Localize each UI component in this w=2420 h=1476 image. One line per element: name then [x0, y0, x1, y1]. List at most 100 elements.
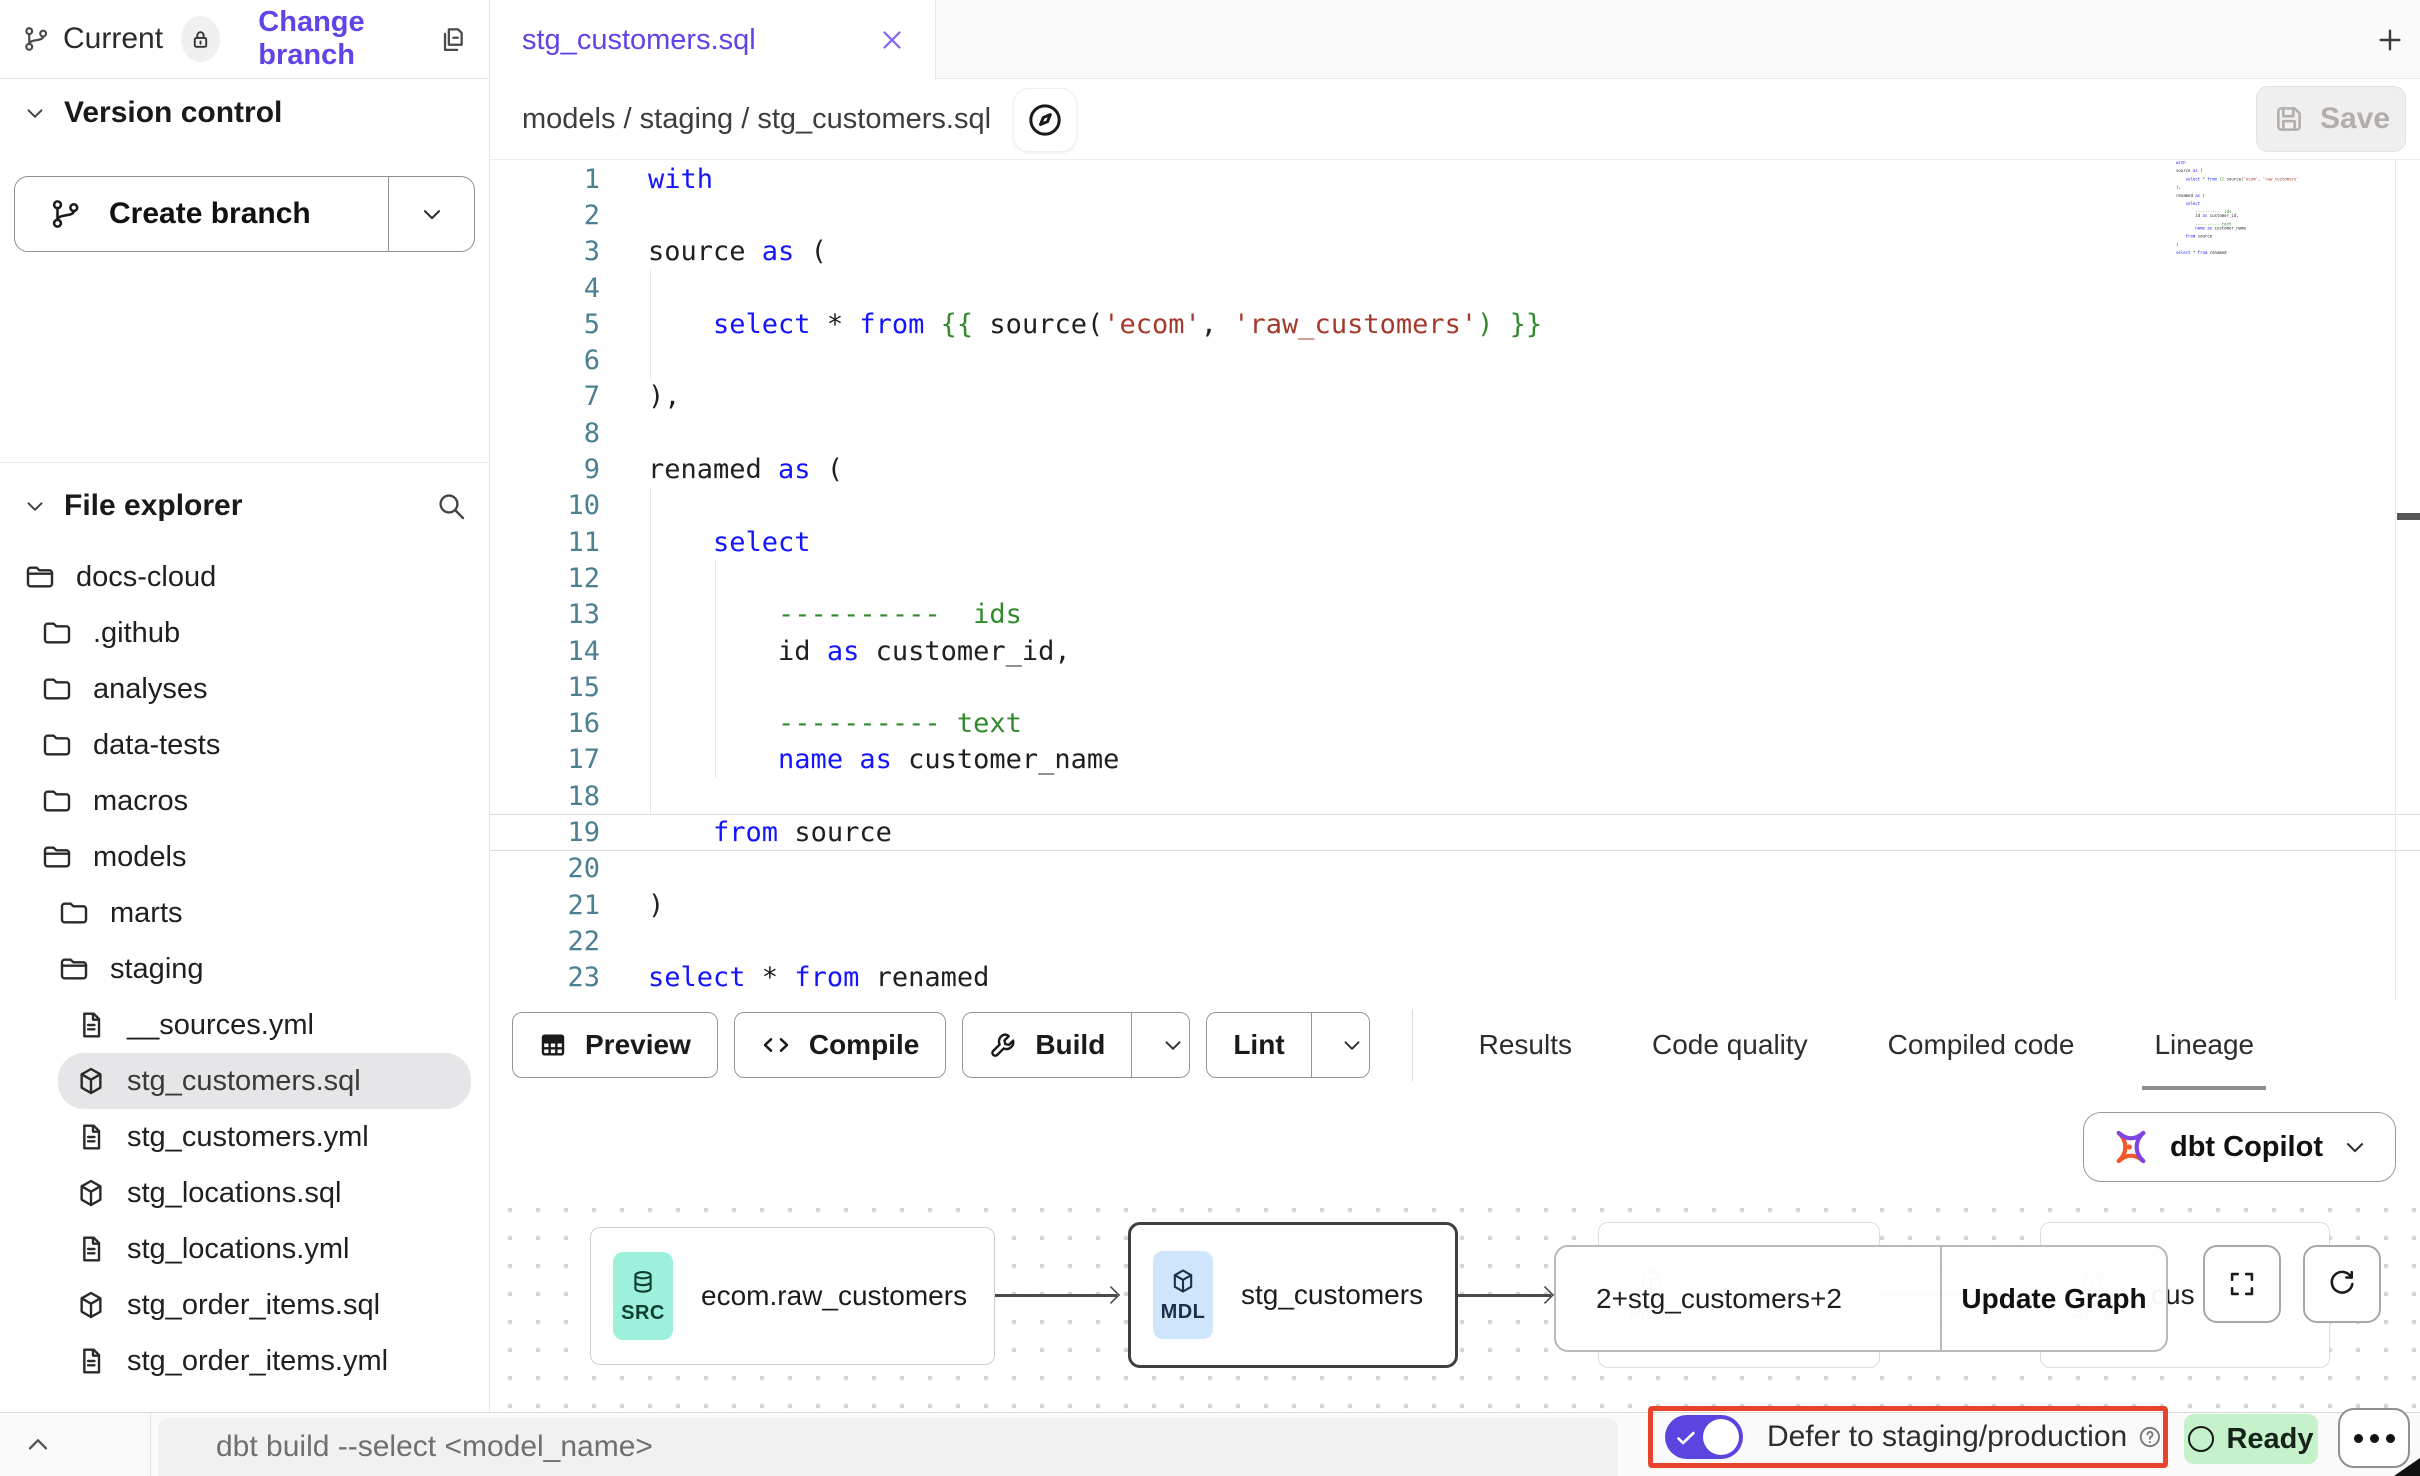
line-number: 5	[490, 309, 600, 340]
lineage-node-stg-customers[interactable]: MDL stg_customers	[1128, 1222, 1458, 1368]
preview-label: Preview	[585, 1029, 691, 1061]
database-icon	[629, 1268, 657, 1296]
tab-stg-customers-sql[interactable]: stg_customers.sql	[490, 0, 936, 80]
code-line: select * from {{ source('ecom', 'raw_cus…	[2176, 177, 2298, 181]
file-label: data-tests	[93, 729, 220, 762]
fullscreen-button[interactable]	[2203, 1245, 2281, 1323]
editor-tab-bar: stg_customers.sql	[490, 0, 2420, 79]
lineage-selector-bar: 2+stg_customers+2 Update Graph	[1554, 1245, 2168, 1352]
refresh-button[interactable]	[2303, 1245, 2381, 1323]
file-label: stg_order_items.yml	[127, 1345, 388, 1378]
tree-item-stg_customers.yml[interactable]: stg_customers.yml	[0, 1109, 489, 1165]
build-dropdown[interactable]	[1131, 1013, 1189, 1077]
new-tab-plus-icon[interactable]	[2374, 24, 2406, 56]
preview-button[interactable]: Preview	[512, 1012, 718, 1078]
folder-open-icon	[58, 953, 90, 985]
question-icon[interactable]	[2137, 1422, 2163, 1452]
compass-icon	[1025, 100, 1065, 140]
close-icon[interactable]	[877, 25, 907, 55]
copilot-compass-button[interactable]	[1013, 88, 1077, 152]
toolbar-divider	[1412, 1009, 1413, 1081]
save-button[interactable]: Save	[2256, 86, 2406, 152]
branch-lock-badge	[181, 16, 220, 62]
defer-toggle[interactable]	[1665, 1415, 1743, 1459]
lint-label: Lint	[1233, 1029, 1284, 1061]
tree-item-stg_order_items.yml[interactable]: stg_order_items.yml	[0, 1333, 489, 1389]
tree-item-data-tests[interactable]: data-tests	[0, 717, 489, 773]
tree-item-stg_locations.sql[interactable]: stg_locations.sql	[0, 1165, 489, 1221]
code-line: 10	[490, 488, 2420, 524]
copy-icon[interactable]	[438, 21, 469, 57]
change-branch-link[interactable]: Change branch	[258, 6, 438, 72]
create-branch-label: Create branch	[109, 197, 311, 231]
lint-dropdown[interactable]	[1311, 1013, 1369, 1077]
update-graph-button[interactable]: Update Graph	[1940, 1247, 2166, 1350]
code-line: 13 ---------- ids	[490, 597, 2420, 633]
chevron-down-icon	[22, 493, 48, 519]
editor-minimap[interactable]: withsource as ( select * from {{ source(…	[2176, 161, 2298, 257]
editor-scrollbar-thumb[interactable]	[2397, 513, 2420, 520]
ready-status-badge: Ready	[2184, 1414, 2318, 1464]
version-control-title: Version control	[64, 96, 282, 130]
code-line: 20	[490, 851, 2420, 887]
tree-item-macros[interactable]: macros	[0, 773, 489, 829]
file-icon	[75, 1009, 107, 1041]
code-line: 14 id as customer_id,	[490, 633, 2420, 669]
code-line	[2176, 255, 2298, 257]
line-number: 17	[490, 744, 600, 775]
git-branch-icon	[22, 22, 51, 56]
cube-icon	[1169, 1267, 1197, 1295]
tab-compiled-code[interactable]: Compiled code	[1884, 1011, 2079, 1079]
current-branch-label: Current	[63, 22, 163, 56]
file-explorer-header[interactable]: File explorer	[0, 473, 489, 539]
tree-item-stg_locations.yml[interactable]: stg_locations.yml	[0, 1221, 489, 1277]
tree-item-stg_customers.sql[interactable]: stg_customers.sql	[58, 1053, 471, 1109]
file-label: stg_locations.yml	[127, 1233, 349, 1266]
build-button[interactable]: Build	[962, 1012, 1190, 1078]
tree-item-marts[interactable]: marts	[0, 885, 489, 941]
code-line: 4	[490, 270, 2420, 306]
lineage-selector-input[interactable]: 2+stg_customers+2	[1556, 1283, 1940, 1315]
dbt-copilot-button[interactable]: dbt Copilot	[2083, 1112, 2396, 1182]
breadcrumb-bar: models / staging / stg_customers.sql Sav…	[490, 80, 2420, 160]
command-input[interactable]	[158, 1418, 1618, 1476]
create-branch-main[interactable]: Create branch	[15, 177, 388, 251]
badge-label: MDL	[1161, 1301, 1206, 1324]
tab-lineage[interactable]: Lineage	[2150, 1011, 2258, 1079]
tree-item-staging[interactable]: staging	[0, 941, 489, 997]
file-explorer-title: File explorer	[64, 489, 242, 523]
create-branch-dropdown[interactable]	[388, 177, 474, 251]
tree-item-stg_order_items.sql[interactable]: stg_order_items.sql	[0, 1277, 489, 1333]
tree-item-models[interactable]: models	[0, 829, 489, 885]
search-icon[interactable]	[435, 490, 467, 522]
chevron-up-icon[interactable]	[22, 1429, 54, 1461]
compile-button[interactable]: Compile	[734, 1012, 946, 1078]
more-options-button[interactable]	[2338, 1408, 2410, 1468]
version-control-header[interactable]: Version control	[0, 80, 489, 146]
code-editor[interactable]: 1with23source as (45 select * from {{ so…	[490, 161, 2420, 1000]
file-label: analyses	[93, 673, 207, 706]
git-branch-icon	[49, 197, 83, 231]
check-icon	[1674, 1426, 1698, 1450]
dbt-copilot-label: dbt Copilot	[2170, 1131, 2323, 1164]
file-label: stg_customers.sql	[127, 1065, 361, 1098]
table-icon	[537, 1029, 569, 1061]
indent-guide	[715, 560, 716, 778]
line-number: 22	[490, 926, 600, 957]
tree-item-docs-cloud[interactable]: docs-cloud	[0, 549, 489, 605]
tab-code-quality[interactable]: Code quality	[1648, 1011, 1812, 1079]
tree-item-analyses[interactable]: analyses	[0, 661, 489, 717]
dbt-copilot-icon	[2110, 1126, 2152, 1168]
line-number: 1	[490, 164, 600, 195]
lineage-node-source[interactable]: SRC ecom.raw_customers	[590, 1227, 995, 1365]
tab-results[interactable]: Results	[1475, 1011, 1576, 1079]
indent-guide	[650, 488, 651, 814]
model-icon	[75, 1065, 107, 1097]
tree-item-.github[interactable]: .github	[0, 605, 489, 661]
tree-item-__sources.yml[interactable]: __sources.yml	[0, 997, 489, 1053]
lint-button[interactable]: Lint	[1206, 1012, 1369, 1078]
wrench-icon	[987, 1029, 1019, 1061]
breadcrumb: models / staging / stg_customers.sql	[522, 103, 991, 136]
create-branch-button[interactable]: Create branch	[14, 176, 475, 252]
folder-icon	[41, 617, 73, 649]
